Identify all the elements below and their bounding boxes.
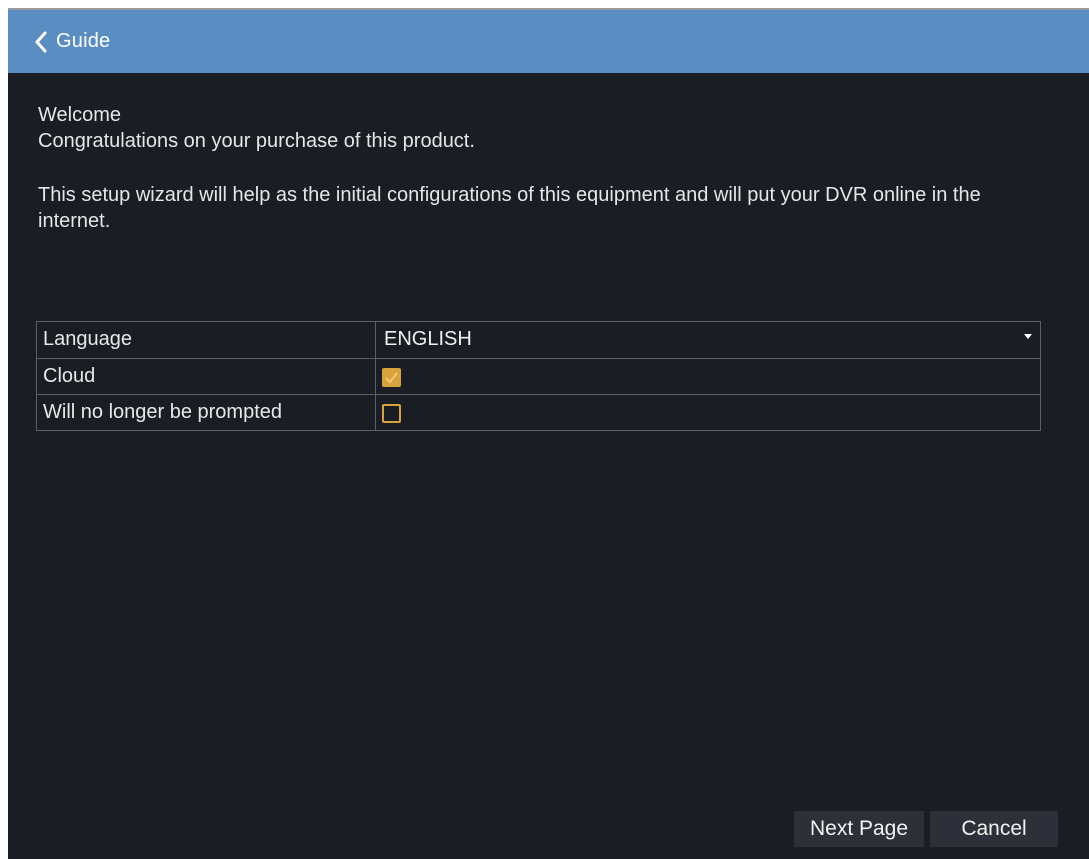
settings-table: Language ENGLISH Cloud Will no longer be…: [36, 321, 1041, 431]
language-select[interactable]: ENGLISH: [376, 322, 1040, 358]
cancel-button[interactable]: Cancel: [930, 811, 1058, 847]
welcome-heading: Welcome: [38, 104, 121, 126]
back-button[interactable]: Guide: [8, 22, 118, 62]
language-row: Language ENGLISH: [37, 322, 1040, 358]
wizard-description: This setup wizard will help as the initi…: [38, 184, 981, 232]
language-label: Language: [37, 322, 376, 358]
dropdown-arrow-icon: [1024, 334, 1032, 339]
guide-window: Guide Welcome Congratulations on your pu…: [8, 8, 1089, 859]
cloud-row: Cloud: [37, 358, 1040, 394]
next-page-button[interactable]: Next Page: [794, 811, 924, 847]
cloud-checkbox[interactable]: [382, 368, 401, 387]
page-title: Guide: [56, 30, 111, 52]
title-bar: Guide: [8, 10, 1089, 73]
intro-text: Welcome Congratulations on your purchase…: [38, 102, 1068, 234]
congrats-text: Congratulations on your purchase of this…: [38, 130, 475, 152]
chevron-left-icon: [34, 31, 48, 53]
no-prompt-checkbox[interactable]: [382, 404, 401, 423]
language-value: ENGLISH: [384, 328, 472, 350]
checkmark-icon: [385, 372, 398, 384]
no-prompt-label: Will no longer be prompted: [37, 395, 376, 430]
cloud-label: Cloud: [37, 359, 376, 394]
no-prompt-row: Will no longer be prompted: [37, 394, 1040, 430]
